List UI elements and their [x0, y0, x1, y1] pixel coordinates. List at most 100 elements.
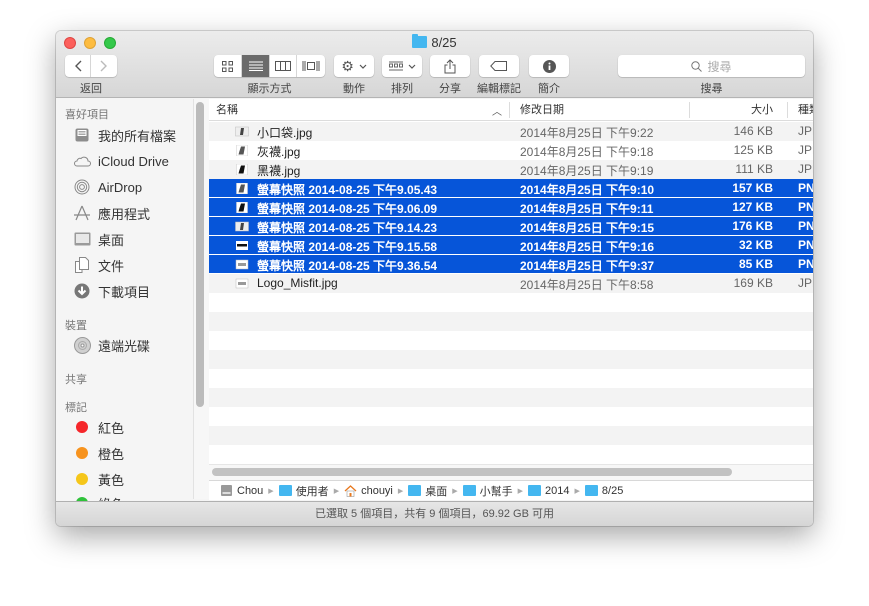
sidebar-item-label: 黃色	[98, 472, 125, 488]
file-name: Logo_Misfit.jpg	[257, 276, 338, 290]
hard-drive-icon	[221, 485, 232, 496]
sidebar-item-label: 下載項目	[98, 284, 151, 300]
applications-icon	[73, 204, 91, 222]
sidebar-item-documents[interactable]: 文件	[73, 255, 124, 275]
file-name: 灰襪.jpg	[257, 145, 301, 159]
column-date-label: 修改日期	[520, 104, 564, 116]
table-row[interactable]: 灰襪.jpg 2014年8月25日 下午9:18 125 KB JPEG	[209, 141, 813, 160]
column-header-size[interactable]: 大小	[689, 99, 787, 121]
orange-tag-dot-icon	[76, 447, 88, 459]
empty-row	[209, 426, 813, 445]
action-label: 動作	[343, 83, 365, 95]
sidebar-item-label: 紅色	[98, 420, 125, 436]
table-row[interactable]: 小口袋.jpg 2014年8月25日 下午9:22 146 KB JPEG	[209, 122, 813, 141]
path-item[interactable]: 小幫手	[462, 483, 513, 499]
list-view-button[interactable]	[242, 55, 270, 77]
finder-window: 8/25 返回 顯示方式 ⚙ 動作 排列 分享 編輯標記 簡介 搜尋 搜尋 喜好…	[56, 31, 813, 526]
file-kind: JPEG	[798, 162, 813, 176]
share-label: 分享	[439, 83, 461, 95]
sidebar-item-icloud-drive[interactable]: iCloud Drive	[73, 151, 169, 171]
desktop-icon	[73, 230, 91, 248]
path-item[interactable]: 使用者	[278, 483, 329, 499]
arrange-button[interactable]	[382, 55, 422, 77]
empty-row	[209, 331, 813, 350]
file-date: 2014年8月25日 下午9:15	[520, 221, 655, 235]
red-tag-dot-icon	[76, 421, 88, 433]
action-button[interactable]: ⚙	[334, 55, 374, 77]
folder-icon	[584, 485, 598, 496]
file-name: 螢幕快照 2014-08-25 下午9.05.43	[257, 183, 438, 197]
chevron-down-icon	[408, 64, 415, 69]
edit-tags-label: 編輯標記	[477, 83, 521, 95]
horizontal-scrollbar[interactable]	[212, 468, 732, 476]
edit-tags-button[interactable]	[479, 55, 519, 77]
file-name: 小口袋.jpg	[257, 126, 313, 140]
path-item[interactable]: 8/25	[584, 485, 623, 497]
file-rows: 小口袋.jpg2014年8月25日 下午9:22146 KBJPEG灰襪.jpg…	[209, 122, 813, 464]
column-divider[interactable]	[509, 102, 510, 118]
file-kind: JPEG	[798, 124, 813, 138]
sidebar-item-applications[interactable]: 應用程式	[73, 203, 150, 223]
path-item[interactable]: 桌面	[408, 483, 447, 499]
sidebar-item-downloads[interactable]: 下載項目	[73, 281, 150, 301]
image-file-icon	[235, 126, 249, 137]
sidebar-item-all-files[interactable]: 我的所有檔案	[73, 125, 176, 145]
path-separator-icon: ▶	[268, 487, 274, 495]
path-separator-icon: ▶	[452, 487, 458, 495]
column-divider[interactable]	[787, 102, 788, 118]
column-header-date[interactable]: 修改日期	[513, 99, 688, 121]
sidebar-tag-yellow[interactable]: 黃色	[73, 469, 124, 489]
path-item[interactable]: 2014	[528, 485, 570, 497]
table-row[interactable]: 螢幕快照 2014-08-25 下午9.14.23 2014年8月25日 下午9:…	[209, 217, 813, 236]
sidebar-item-remote-disc[interactable]: 遠端光碟	[73, 335, 150, 355]
column-view-button[interactable]	[270, 55, 297, 77]
image-file-icon	[236, 241, 248, 250]
image-file-icon	[235, 221, 249, 232]
table-row[interactable]: 黑襪.jpg 2014年8月25日 下午9:19 111 KB JPEG	[209, 160, 813, 179]
sidebar-tag-orange[interactable]: 橙色	[73, 443, 124, 463]
folder-icon	[528, 485, 542, 496]
back-button[interactable]	[65, 55, 91, 77]
status-text: 已選取 5 個項目，共有 9 個項目，69.92 GB 可用	[315, 508, 554, 520]
users-folder-icon	[278, 485, 292, 496]
table-row[interactable]: 螢幕快照 2014-08-25 下午9.15.58 2014年8月25日 下午9:…	[209, 236, 813, 255]
get-info-button[interactable]	[529, 55, 569, 77]
sidebar-tag-red[interactable]: 紅色	[73, 417, 124, 437]
forward-button[interactable]	[91, 55, 117, 77]
sidebar: 喜好項目 我的所有檔案 iCloud Drive AirDrop 應用程式 桌面…	[56, 99, 209, 512]
file-size: 125 KB	[733, 143, 773, 157]
sidebar-item-label: 遠端光碟	[98, 338, 151, 354]
path-item[interactable]: chouyi	[344, 485, 393, 497]
file-kind: JPEG	[798, 143, 813, 157]
column-header-kind[interactable]: 種類	[791, 99, 813, 121]
chevron-right-icon	[100, 60, 107, 72]
sidebar-scrollbar[interactable]	[196, 102, 204, 407]
table-row[interactable]: Logo_Misfit.jpg 2014年8月25日 下午8:58 169 KB JP…	[209, 274, 813, 293]
file-size: 157 KB	[732, 181, 773, 195]
info-label: 簡介	[538, 83, 560, 95]
back-label: 返回	[80, 83, 102, 95]
search-label: 搜尋	[700, 83, 723, 95]
file-kind: PNG	[798, 181, 813, 195]
desktop-folder-icon	[408, 485, 422, 496]
sidebar-item-desktop[interactable]: 桌面	[73, 229, 124, 249]
column-header-name[interactable]: 名稱	[209, 99, 509, 121]
table-row[interactable]: 螢幕快照 2014-08-25 下午9.36.54 2014年8月25日 下午9:…	[209, 255, 813, 274]
all-files-icon	[73, 126, 91, 144]
path-item[interactable]: Chou	[220, 484, 263, 497]
file-size: 85 KB	[738, 257, 773, 271]
documents-icon	[73, 256, 91, 274]
icon-view-button[interactable]	[214, 55, 242, 77]
share-button[interactable]	[430, 55, 470, 77]
search-input[interactable]: 搜尋	[618, 55, 805, 77]
column-header: 名稱 ︿ 修改日期 大小 種類	[209, 99, 813, 121]
coverflow-view-button[interactable]	[297, 55, 325, 77]
file-date: 2014年8月25日 下午9:22	[520, 126, 654, 140]
file-kind: PNG	[798, 257, 813, 271]
folder-icon	[462, 485, 476, 496]
table-row[interactable]: 螢幕快照 2014-08-25 下午9.05.43 2014年8月25日 下午9:…	[209, 179, 813, 198]
sidebar-item-airdrop[interactable]: AirDrop	[73, 177, 142, 197]
sidebar-item-label: AirDrop	[98, 179, 143, 195]
table-row[interactable]: 螢幕快照 2014-08-25 下午9.06.09 2014年8月25日 下午9:…	[209, 198, 813, 217]
yellow-tag-dot-icon	[76, 473, 88, 485]
